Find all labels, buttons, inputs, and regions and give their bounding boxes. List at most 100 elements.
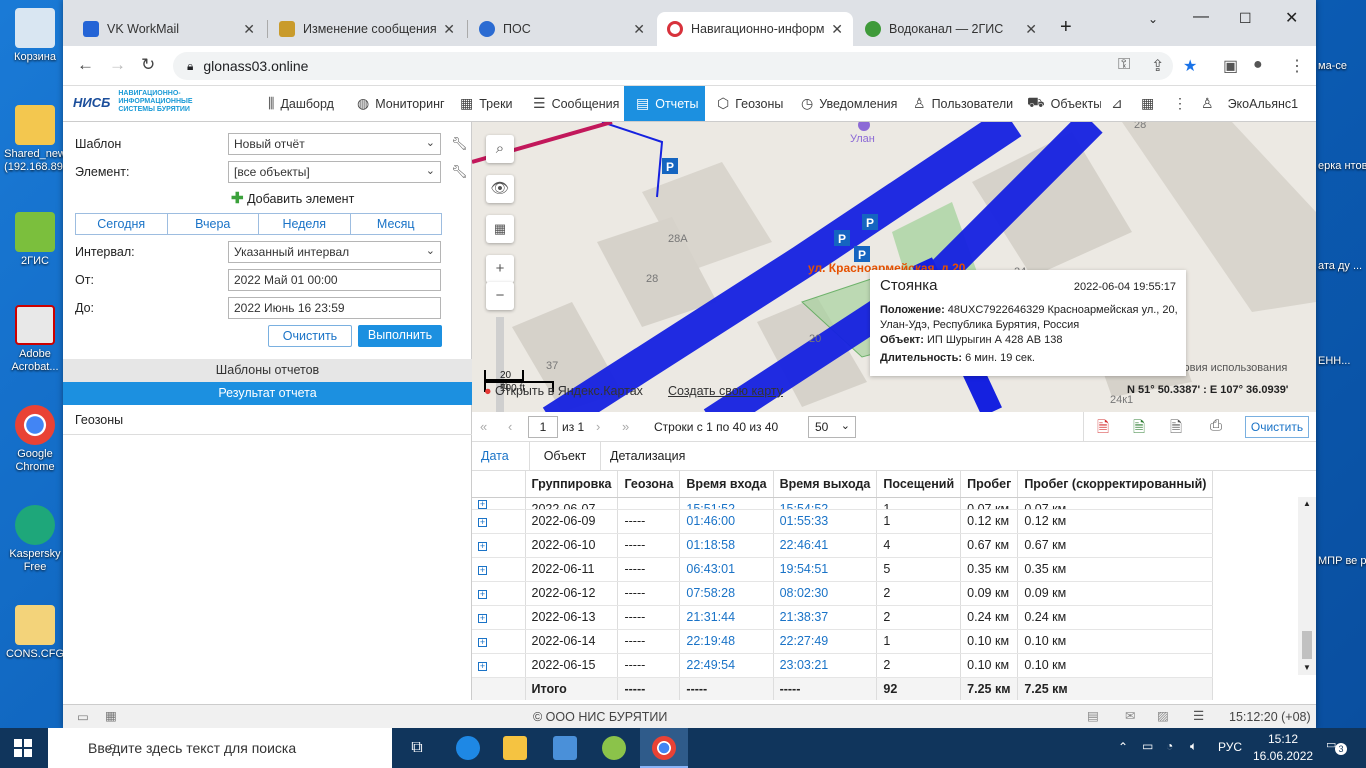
- new-tab-button[interactable]: +: [1060, 16, 1072, 39]
- expand-cell[interactable]: +: [472, 653, 526, 678]
- tab-edit-message[interactable]: Изменение сообщения ✕: [269, 12, 465, 46]
- grid-toggle-icon[interactable]: ▦: [105, 708, 117, 723]
- period-week[interactable]: Неделя: [259, 214, 351, 234]
- image-icon[interactable]: ▨: [1157, 708, 1169, 723]
- desktop-label[interactable]: ма-се: [1318, 60, 1347, 73]
- open-yandex-link[interactable]: ● Открыть в Яндекс.Картах: [484, 384, 643, 398]
- forward-icon[interactable]: →: [109, 55, 126, 75]
- header-grouping[interactable]: Группировка: [525, 471, 619, 498]
- header-exit-time[interactable]: Время выхода: [773, 471, 878, 498]
- taskbar-search[interactable]: ⌕ Введите здесь текст для поиска: [48, 728, 392, 768]
- desktop-icon-kaspersky[interactable]: Kaspersky Free: [4, 505, 66, 574]
- expand-plus-icon[interactable]: +: [478, 566, 487, 575]
- expand-plus-icon[interactable]: +: [478, 590, 487, 599]
- list-icon[interactable]: ☰: [1193, 708, 1204, 723]
- nav-more[interactable]: ⋮: [1173, 86, 1185, 121]
- nav-tracks[interactable]: ▦ Треки: [460, 86, 518, 121]
- network-icon[interactable]: ◔: [1166, 739, 1173, 753]
- desktop-icon-cons[interactable]: CONS.CFG: [4, 605, 66, 661]
- result-section[interactable]: Результат отчета: [63, 382, 472, 405]
- interval-select[interactable]: Указанный интервал ⌄: [228, 241, 441, 263]
- period-yesterday[interactable]: Вчера: [168, 214, 259, 234]
- close-icon[interactable]: ✕: [831, 21, 843, 38]
- expand-plus-icon[interactable]: +: [478, 614, 487, 623]
- expand-cell[interactable]: [472, 676, 526, 700]
- run-button[interactable]: Выполнить: [358, 325, 442, 347]
- desktop-icon-chrome[interactable]: Google Chrome: [4, 405, 66, 474]
- header-visits[interactable]: Посещений: [876, 471, 962, 498]
- taskbar-chrome-active[interactable]: [640, 728, 688, 768]
- page-input[interactable]: 1: [528, 416, 558, 438]
- table-row[interactable]: +2022-06-14 ----- 22:19:48 22:27:49 1 0.10 км…: [472, 629, 1214, 654]
- header-entry-time[interactable]: Время входа: [679, 471, 774, 498]
- expand-cell[interactable]: +: [472, 533, 526, 558]
- create-map-link[interactable]: Создать свою карту: [668, 384, 783, 398]
- windows-start-icon[interactable]: [14, 739, 32, 757]
- table-row[interactable]: +2022-06-07 ----- 15:51:52 15:54:52 1 0.07 км…: [472, 497, 1214, 510]
- scroll-up-icon[interactable]: ▲: [1303, 499, 1311, 508]
- volume-icon[interactable]: 🔈︎: [1190, 739, 1197, 754]
- url-input[interactable]: 🔒︎ glonass03.online: [173, 52, 1173, 80]
- last-page-icon[interactable]: »: [622, 419, 629, 434]
- expand-plus-icon[interactable]: +: [478, 499, 487, 508]
- mail-app-icon[interactable]: [553, 736, 577, 760]
- expand-cell[interactable]: +: [472, 497, 526, 510]
- search-icon[interactable]: ⌕: [486, 135, 514, 163]
- nav-account[interactable]: ♙ ЭкоАльянс1: [1201, 86, 1311, 121]
- expand-plus-icon[interactable]: +: [478, 542, 487, 551]
- desktop-label[interactable]: ата ду ...: [1318, 260, 1362, 273]
- tab-2gis[interactable]: Водоканал — 2ГИС ✕: [855, 12, 1047, 46]
- nav-reports[interactable]: ▤ Отчеты: [624, 86, 705, 121]
- group-date[interactable]: Дата: [481, 442, 509, 471]
- table-row[interactable]: +2022-06-10 ----- 01:18:58 22:46:41 4 0.67 км…: [472, 533, 1214, 558]
- share-icon[interactable]: ⇪: [1151, 56, 1164, 76]
- nav-objects[interactable]: ⛟ Объекты: [1027, 86, 1101, 121]
- back-icon[interactable]: ←: [77, 55, 94, 75]
- maximize-button[interactable]: ☐: [1239, 10, 1252, 27]
- clock-time[interactable]: 15:12: [1268, 732, 1298, 746]
- expand-cell[interactable]: +: [472, 509, 526, 534]
- scroll-down-icon[interactable]: ▼: [1303, 663, 1311, 672]
- close-window-button[interactable]: ✕: [1285, 8, 1298, 28]
- notifications-icon[interactable]: ▭ 3: [1326, 738, 1347, 756]
- per-page-select[interactable]: 50 ⌄: [808, 416, 856, 438]
- map-layers-icon[interactable]: ▦: [486, 215, 514, 243]
- expand-cell[interactable]: +: [472, 581, 526, 606]
- table-row[interactable]: +2022-06-09 ----- 01:46:00 01:55:33 1 0.12 км…: [472, 509, 1214, 534]
- table-row[interactable]: +2022-06-15 ----- 22:49:54 23:03:21 2 0.10 км…: [472, 653, 1214, 678]
- nav-monitoring[interactable]: ◍ Мониторинг: [357, 86, 449, 121]
- layout-icon[interactable]: ▤: [1087, 708, 1099, 723]
- header-mileage[interactable]: Пробег: [960, 471, 1019, 498]
- prev-page-icon[interactable]: ‹: [508, 419, 512, 434]
- desktop-label[interactable]: МПР ве р...: [1318, 555, 1366, 568]
- table-row[interactable]: +2022-06-11 ----- 06:43:01 19:54:51 5 0.35 км…: [472, 557, 1214, 582]
- wrench-icon[interactable]: 🔧︎: [451, 164, 468, 180]
- expand-plus-icon[interactable]: +: [478, 518, 487, 527]
- zoom-out-button[interactable]: −: [486, 282, 514, 310]
- nav-geozones[interactable]: ⬡ Геозоны: [717, 86, 787, 121]
- table-row[interactable]: +2022-06-12 ----- 07:58:28 08:02:30 2 0.09 км…: [472, 581, 1214, 606]
- reload-icon[interactable]: ↻: [141, 55, 155, 75]
- desktop-icon-2gis[interactable]: 2ГИС: [4, 212, 66, 268]
- clear-report-button[interactable]: Очистить: [1245, 416, 1309, 438]
- close-icon[interactable]: ✕: [1025, 21, 1037, 38]
- export-file-icon[interactable]: 🗎︎: [1170, 417, 1182, 442]
- mail-icon[interactable]: ✉: [1125, 708, 1135, 723]
- clock-date[interactable]: 16.06.2022: [1253, 749, 1313, 763]
- nav-notifications[interactable]: ◷ Уведомления: [801, 86, 901, 121]
- key-icon[interactable]: ⚿: [1118, 56, 1130, 74]
- explorer-icon[interactable]: [503, 736, 527, 760]
- eye-icon[interactable]: 👁︎: [486, 175, 514, 203]
- tab-vk-workmail[interactable]: VK WorkMail ✕: [73, 12, 265, 46]
- templates-section[interactable]: Шаблоны отчетов: [63, 359, 472, 382]
- nav-measure[interactable]: ⊿: [1111, 86, 1131, 121]
- nav-grid[interactable]: ▦: [1141, 86, 1161, 121]
- menu-icon[interactable]: ⋮: [1289, 56, 1305, 76]
- close-icon[interactable]: ✕: [443, 21, 455, 38]
- print-icon[interactable]: ⎙: [1210, 417, 1222, 434]
- nisb-logo[interactable]: НИСБ НАВИГАЦИОННО- ИНФОРМАЦИОННЫЕ СИСТЕМЫ …: [73, 90, 193, 114]
- first-page-icon[interactable]: «: [480, 419, 487, 434]
- bookmark-star-icon[interactable]: ★: [1183, 56, 1197, 76]
- element-select[interactable]: [все объекты] ⌄: [228, 161, 441, 183]
- nav-users[interactable]: ♙ Пользователи: [913, 86, 1015, 121]
